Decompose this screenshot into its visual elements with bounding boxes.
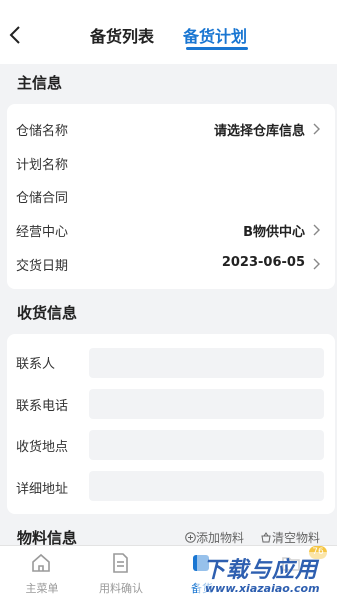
warehouse-label: 仓储名称: [16, 124, 69, 139]
business-center-label: 经营中心: [16, 225, 69, 240]
tabbar-item-material-confirm[interactable]: 用料确认: [79, 546, 163, 601]
receipt-info-title: 收货信息: [17, 304, 78, 322]
chevron-right-icon: [313, 224, 320, 236]
contact-input[interactable]: [89, 348, 324, 378]
receipt-place-input[interactable]: [89, 430, 324, 460]
contract-label: 仓储合同: [16, 191, 69, 206]
top-bar: 备货列表 备货计划: [0, 0, 337, 64]
tab-stock-list[interactable]: 备货列表: [90, 23, 154, 47]
receipt-place-label: 收货地点: [16, 440, 69, 455]
tabbar-label-material-confirm: 用料确认: [99, 582, 143, 595]
clear-material-label: 清空物料: [272, 531, 321, 545]
receipt-info-card: 联系人 联系电话 收货地点 详细地址: [7, 334, 335, 514]
chevron-right-icon: [313, 123, 320, 135]
watermark-main-text: 下载与应用: [203, 558, 319, 583]
phone-label: 联系电话: [16, 399, 69, 414]
main-info-title: 主信息: [17, 74, 63, 92]
main-info-card: 仓储名称 请选择仓库信息 计划名称 仓储合同 经营中心 B物供中心 交货日期 2…: [7, 104, 335, 289]
tabbar-item-main-menu[interactable]: 主菜单: [0, 546, 84, 601]
delivery-date-value[interactable]: 2023-06-05: [222, 255, 305, 270]
phone-input[interactable]: [89, 389, 324, 419]
add-material-label: 添加物料: [196, 531, 245, 545]
add-material-button[interactable]: 添加物料: [185, 529, 244, 546]
tab-stock-plan[interactable]: 备货计划: [183, 23, 247, 47]
watermark-url: www.xiazaiao.com: [205, 582, 320, 595]
plan-name-label: 计划名称: [16, 158, 69, 173]
plus-circle-icon: [185, 532, 196, 543]
address-input[interactable]: [89, 471, 324, 501]
clear-icon: [261, 532, 271, 543]
back-arrow-icon[interactable]: [7, 24, 25, 46]
active-tab-indicator: [186, 47, 248, 50]
tabbar-label-main-menu: 主菜单: [25, 582, 59, 595]
address-label: 详细地址: [16, 482, 69, 497]
clear-material-button[interactable]: 清空物料: [260, 529, 320, 546]
contact-label: 联系人: [16, 357, 56, 372]
home-icon: [32, 553, 50, 572]
chevron-right-icon: [313, 258, 320, 270]
business-center-value[interactable]: B物供中心: [243, 221, 305, 240]
document-icon: [113, 553, 128, 573]
watermark: 下载与应用 www.xiazaiao.com: [197, 552, 337, 600]
warehouse-value[interactable]: 请选择仓库信息: [214, 120, 305, 139]
delivery-date-label: 交货日期: [16, 259, 69, 274]
